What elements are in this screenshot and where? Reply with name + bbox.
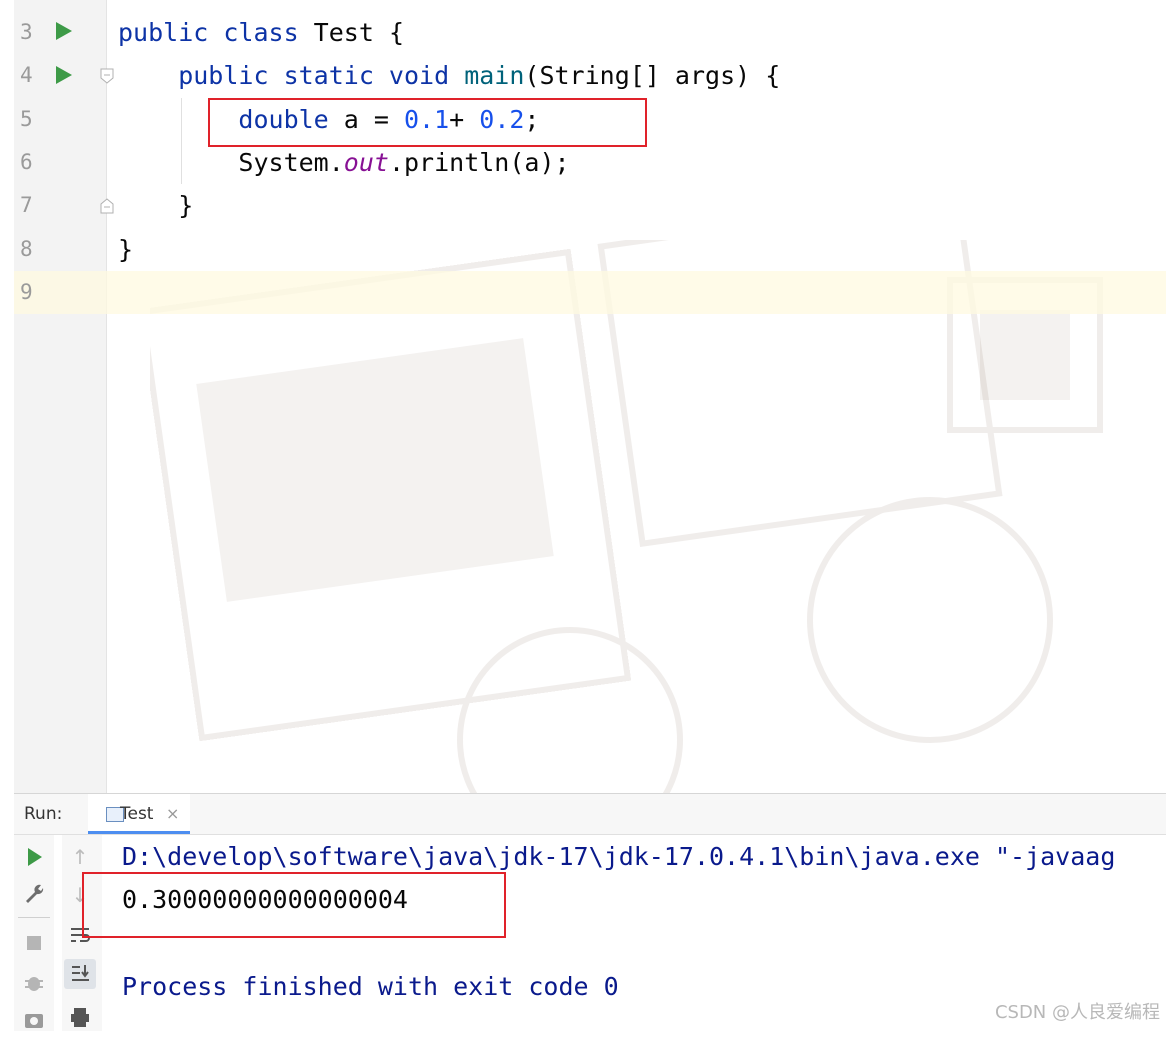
csdn-watermark: CSDN @人良爱编程 (994, 1002, 1160, 1023)
run-toolbar-left (14, 835, 54, 1031)
line-number: 8 (20, 236, 33, 261)
run-label: Run: (24, 804, 63, 824)
run-header: Run: Test × (14, 794, 1166, 835)
close-tab-icon[interactable]: × (166, 804, 179, 823)
code-token: (String[] args) { (524, 61, 781, 91)
line-number: 9 (20, 279, 33, 304)
code-line[interactable]: } (118, 184, 193, 227)
code-line[interactable]: System.out.println(a); (118, 141, 570, 184)
highlight-box-code (208, 98, 647, 147)
print-icon[interactable] (66, 1003, 94, 1031)
console-exit-message: Process finished with exit code 0 (122, 972, 619, 1001)
highlight-box-output (82, 872, 506, 938)
fold-open-icon[interactable] (100, 68, 114, 84)
code-token: main (464, 61, 525, 91)
run-tool-window: Run: Test × ↑ ↓ D:\develop\software\java… (14, 793, 1166, 1031)
tab-test-label: Test (120, 804, 154, 824)
up-arrow-icon[interactable]: ↑ (66, 843, 94, 871)
code-line[interactable]: public class Test { (118, 11, 404, 54)
line-number: 5 (20, 106, 33, 131)
run-main-icon[interactable] (56, 66, 72, 84)
code-token: System. (118, 147, 344, 177)
code-line[interactable]: public static void main(String[] args) { (118, 54, 780, 97)
scroll-to-end-icon[interactable] (64, 959, 96, 989)
code-line[interactable]: } (118, 228, 133, 271)
camera-icon[interactable] (20, 1005, 48, 1033)
line-number: 3 (20, 20, 33, 44)
run-class-icon[interactable] (56, 22, 72, 40)
left-edge-strip (0, 0, 13, 1030)
code-token: public class (118, 18, 314, 47)
stop-icon[interactable] (20, 929, 48, 957)
code-editor[interactable]: 3 4 5 6 7 8 9 public class Test { public stati… (0, 0, 1166, 1030)
debug-bug-icon[interactable] (20, 969, 48, 997)
rerun-icon[interactable] (20, 843, 48, 871)
line-number: 4 (20, 63, 33, 88)
tab-test[interactable]: Test × (88, 794, 190, 834)
code-token: .println(a); (388, 147, 570, 177)
fold-close-icon[interactable] (100, 198, 114, 214)
code-token: } (118, 191, 194, 221)
wrench-icon[interactable] (20, 879, 48, 907)
code-token: Test (313, 18, 389, 47)
code-token: } (118, 234, 134, 264)
line-number: 7 (20, 193, 33, 218)
code-token: public static void (118, 61, 465, 91)
line-number: 6 (20, 149, 33, 174)
console-command-line: D:\develop\software\java\jdk-17\jdk-17.0… (122, 842, 1116, 871)
toolbar-divider (18, 917, 50, 918)
code-token: { (388, 18, 404, 47)
current-line-highlight (14, 271, 1166, 314)
code-token: out (343, 147, 389, 177)
